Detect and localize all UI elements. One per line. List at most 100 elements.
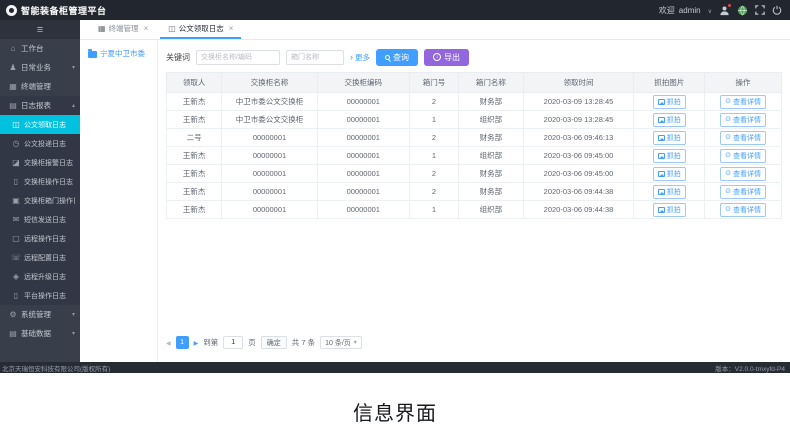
table-cell-capture: 抓拍	[633, 128, 706, 147]
table-cell: 00000001	[316, 110, 410, 129]
capture-button[interactable]: 抓拍	[652, 184, 686, 199]
view-detail-button[interactable]: 查看详情	[720, 148, 766, 163]
company-copyright: 北京天瑞恒安科技有限公司(版权所有)	[2, 365, 111, 373]
page: 智能装备柜管理平台 欢迎 admin ∨ ≡ ⌂ 工作台 ♟ 日常业务 ▾ ▦ …	[0, 0, 790, 446]
goto-page-input[interactable]	[223, 336, 244, 349]
column-header: 交换柜名称	[221, 72, 318, 93]
sidebar-item[interactable]: ✉ 短信发送日志	[0, 210, 80, 229]
eye-icon	[725, 188, 731, 195]
capture-button[interactable]: 抓拍	[652, 112, 686, 127]
goto-confirm-button[interactable]: 确定	[260, 336, 287, 349]
table-cell: 00000001	[221, 128, 318, 147]
column-header: 交换柜编码	[316, 72, 410, 93]
table-row: 王新杰 00000001 00000001 2 财务部 2020-03-06 09:45:…	[165, 164, 782, 183]
view-detail-button[interactable]: 查看详情	[720, 112, 766, 127]
fullscreen-icon[interactable]	[755, 5, 765, 15]
table-cell-operation: 查看详情	[704, 146, 782, 165]
sidebar-item[interactable]: ◪ 交换柜报警日志	[0, 153, 80, 172]
sidebar-item[interactable]: ▤ 基础数据 ▾	[0, 324, 80, 343]
pagination: 1 到第 页 确定 共 7 条 10 条/页	[166, 336, 362, 349]
eye-icon	[725, 170, 731, 177]
export-button[interactable]: 导出	[424, 48, 469, 66]
table-cell-operation: 查看详情	[704, 110, 782, 129]
capture-button[interactable]: 抓拍	[652, 94, 686, 109]
table-cell-capture: 抓拍	[633, 182, 706, 201]
view-detail-button[interactable]: 查看详情	[720, 184, 766, 199]
table-cell-capture: 抓拍	[633, 164, 706, 183]
table-cell-capture: 抓拍	[633, 110, 706, 129]
search-button[interactable]: 查询	[376, 48, 418, 66]
eye-icon	[725, 98, 731, 105]
cabinet-search-input[interactable]	[196, 49, 280, 65]
notification-user-icon[interactable]	[719, 3, 731, 16]
sidebar-item[interactable]: ▦ 终端管理	[0, 77, 80, 96]
app-window: 智能装备柜管理平台 欢迎 admin ∨ ≡ ⌂ 工作台 ♟ 日常业务 ▾ ▦ …	[0, 0, 790, 373]
next-page-icon[interactable]	[194, 338, 199, 347]
capture-label: 抓拍	[666, 152, 681, 160]
image-icon	[657, 152, 665, 159]
door-search-input[interactable]	[286, 49, 344, 65]
view-detail-label: 查看详情	[732, 116, 761, 124]
more-filters-link[interactable]: 更多	[350, 52, 370, 63]
table-cell-operation: 查看详情	[704, 164, 782, 183]
table-cell: 财务部	[458, 182, 524, 201]
table-cell: 00000001	[316, 200, 410, 219]
sidebar-collapse-button[interactable]	[0, 20, 80, 39]
table-cell: 二号	[165, 128, 223, 147]
table-cell: 00000001	[221, 164, 318, 183]
sidebar-item[interactable]: ▯ 平台操作日志	[0, 286, 80, 305]
capture-button[interactable]: 抓拍	[652, 166, 686, 181]
sidebar-item[interactable]: ▣ 交换柜箱门操作日志	[0, 191, 80, 210]
footer-bar: 北京天瑞恒安科技有限公司(版权所有) 版本：V2.0.0-tmxyfd-P4	[0, 362, 790, 373]
power-logout-icon[interactable]	[772, 5, 782, 15]
sidebar-item[interactable]: ▯ 交换柜操作日志	[0, 172, 80, 191]
sidebar-item[interactable]: ☏ 远程配置日志	[0, 248, 80, 267]
view-detail-button[interactable]: 查看详情	[720, 166, 766, 181]
tree-node-org[interactable]: 宁夏中卫市委	[88, 48, 155, 59]
sidebar-item[interactable]: ◈ 远程升级日志	[0, 267, 80, 286]
table-cell: 王新杰	[165, 164, 223, 183]
view-detail-button[interactable]: 查看详情	[720, 202, 766, 217]
page-size-select[interactable]: 10 条/页	[320, 336, 362, 349]
sidebar-item[interactable]: ◷ 公文投递日志	[0, 134, 80, 153]
username[interactable]: admin	[679, 6, 701, 15]
top-bar: 智能装备柜管理平台 欢迎 admin	[0, 0, 790, 20]
sidebar-item[interactable]: ⚙ 系统管理 ▾	[0, 305, 80, 324]
table-cell-operation: 查看详情	[704, 92, 782, 111]
sidebar-item[interactable]: ▢ 远程操作日志	[0, 229, 80, 248]
user-menu-caret-icon[interactable]	[708, 6, 712, 15]
table-cell: 1	[408, 200, 460, 219]
capture-button[interactable]: 抓拍	[652, 202, 686, 217]
cabinet-alarm-icon: ◪	[12, 158, 20, 167]
close-icon[interactable]: ×	[229, 24, 234, 33]
image-icon	[657, 170, 665, 177]
sidebar-item[interactable]: ◫ 公文领取日志	[0, 115, 80, 134]
table-cell-capture: 抓拍	[633, 146, 706, 165]
chevron-down-icon: ▾	[71, 65, 75, 71]
tab-item[interactable]: ▦ 终端管理 ×	[90, 20, 156, 39]
current-page-button[interactable]: 1	[175, 336, 189, 349]
terminal-icon: ▦	[9, 82, 17, 91]
view-detail-button[interactable]: 查看详情	[720, 94, 766, 109]
close-icon[interactable]: ×	[144, 24, 149, 33]
table-cell: 中卫市委公文交换柜	[221, 110, 318, 129]
eye-icon	[725, 206, 731, 213]
table-cell: 2	[408, 164, 460, 183]
table-cell: 财务部	[458, 92, 524, 111]
topbar-actions: 欢迎 admin	[659, 3, 782, 16]
prev-page-icon[interactable]	[166, 338, 171, 347]
view-detail-button[interactable]: 查看详情	[720, 130, 766, 145]
sidebar-item[interactable]: ⌂ 工作台	[0, 39, 80, 58]
eye-icon	[725, 116, 731, 123]
capture-button[interactable]: 抓拍	[652, 130, 686, 145]
view-detail-label: 查看详情	[732, 170, 761, 178]
capture-label: 抓拍	[666, 98, 681, 106]
capture-button[interactable]: 抓拍	[652, 148, 686, 163]
cabinet-operate-icon: ▯	[13, 177, 19, 186]
sidebar-item[interactable]: ▤ 日志报表 ▴	[0, 96, 80, 115]
database-icon: ▤	[9, 329, 17, 338]
table-cell: 00000001	[316, 92, 410, 111]
sidebar-item[interactable]: ♟ 日常业务 ▾	[0, 58, 80, 77]
language-globe-icon[interactable]	[737, 5, 748, 16]
tab-active[interactable]: ◫ 公文领取日志 ×	[160, 20, 242, 39]
